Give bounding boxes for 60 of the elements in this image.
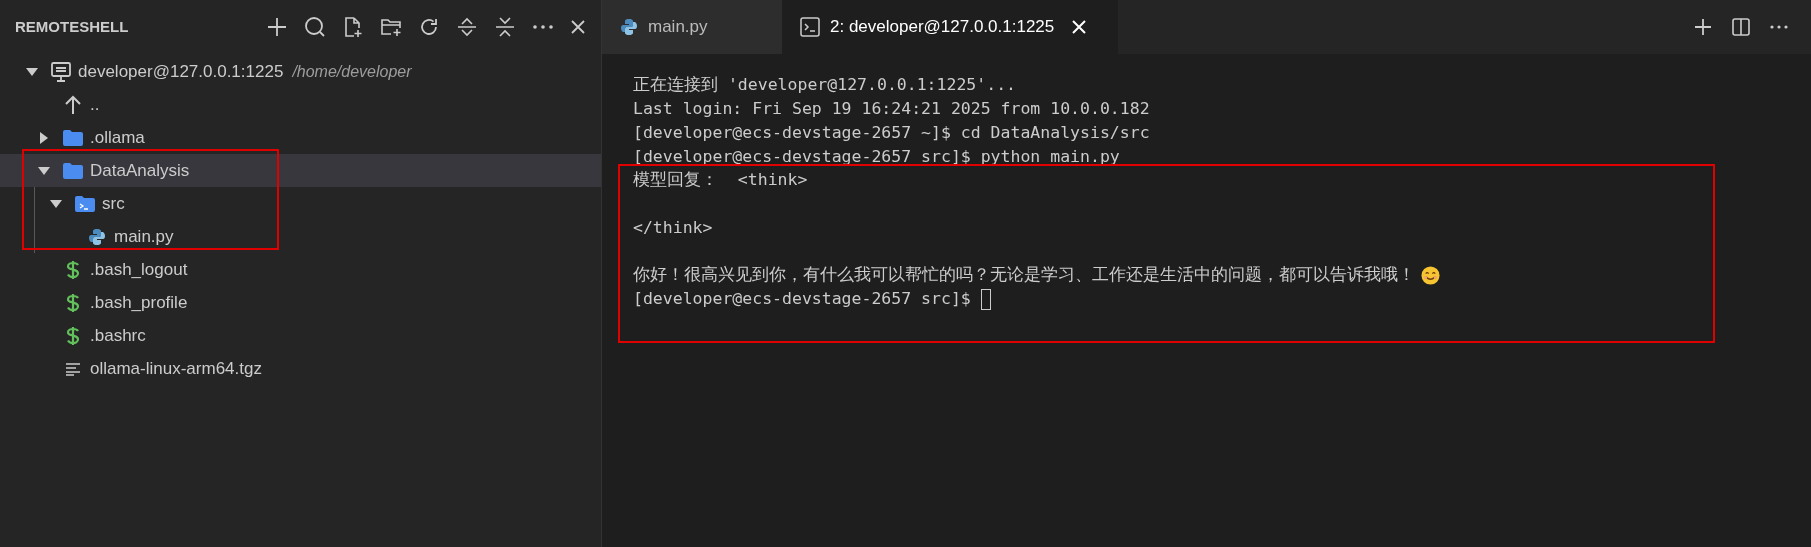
more-icon[interactable] [532, 24, 554, 30]
terminal-line: 正在连接到 'developer@127.0.0.1:1225'... [633, 74, 1016, 97]
collapse-icon[interactable] [494, 16, 516, 38]
path-label: /home/developer [292, 61, 412, 82]
monitor-icon [50, 60, 72, 83]
chevron-down-icon[interactable] [25, 66, 39, 77]
tree-item[interactable]: .bash_logout [0, 253, 601, 286]
item-label: DataAnalysis [90, 159, 190, 182]
tree-item[interactable]: .bash_profile [0, 286, 601, 319]
item-label: main.py [114, 225, 174, 248]
item-label: developer@127.0.0.1:1225 [78, 60, 284, 83]
terminal-icon [800, 17, 820, 37]
folder-icon [62, 161, 84, 180]
python-icon [620, 18, 638, 36]
search-icon[interactable] [304, 16, 326, 38]
item-label: .. [90, 93, 100, 116]
split-editor-icon[interactable] [1731, 17, 1751, 37]
new-file-icon[interactable] [342, 16, 364, 38]
refresh-icon[interactable] [418, 16, 440, 38]
tree-item[interactable]: .ollama [0, 121, 601, 154]
add-icon[interactable] [266, 16, 288, 38]
dollar-icon [66, 292, 80, 313]
terminal-line: [developer@ecs-devstage-2657 src]$ [633, 287, 972, 310]
terminal-line: 你好！很高兴见到你，有什么我可以帮忙的吗？无论是学习、工作还是生活中的问题，都可以告诉我哦！ [633, 263, 1415, 286]
item-label: .bash_logout [90, 258, 188, 281]
tree-item[interactable]: DataAnalysis [0, 154, 601, 187]
item-label: src [102, 192, 125, 215]
chevron-down-icon[interactable] [37, 165, 51, 176]
tree-item[interactable]: src [0, 187, 601, 220]
tree-item[interactable]: .. [0, 88, 601, 121]
arrow-up-icon [64, 94, 82, 115]
folder-icon [62, 128, 84, 147]
item-label: .ollama [90, 126, 145, 149]
terminal-line: [developer@ecs-devstage-2657 ~]$ cd DataAnalysis/src [633, 121, 1150, 144]
chevron-down-icon[interactable] [49, 198, 63, 209]
dollar-icon [66, 325, 80, 346]
tree-item[interactable]: .bashrc [0, 319, 601, 352]
tree-item[interactable]: developer@127.0.0.1:1225 /home/developer [0, 55, 601, 88]
terminal-line: 模型回复： <think> [633, 169, 808, 192]
chevron-right-icon[interactable] [39, 130, 49, 145]
item-label: ollama-linux-arm64.tgz [90, 357, 262, 380]
new-folder-icon[interactable] [380, 16, 402, 38]
terminal-line: Last login: Fri Sep 19 16:24:21 2025 from 10.0.0.182 [633, 98, 1150, 121]
item-label: .bashrc [90, 324, 146, 347]
dollar-icon [66, 259, 80, 280]
text-file-icon [65, 361, 81, 376]
python-icon [88, 227, 106, 246]
more-icon[interactable] [1769, 24, 1789, 30]
terminal-line: [developer@ecs-devstage-2657 src]$ python main.py [633, 145, 1120, 168]
add-icon[interactable] [1693, 17, 1713, 37]
editor-tab[interactable]: main.py [602, 0, 782, 54]
panel-title: REMOTESHELL [15, 16, 129, 37]
editor-tab[interactable]: 2: developer@127.0.0.1:1225 [782, 0, 1118, 54]
tree-item[interactable]: ollama-linux-arm64.tgz [0, 352, 601, 385]
close-icon[interactable] [570, 19, 586, 35]
expand-icon[interactable] [456, 16, 478, 38]
terminal-line: </think> [633, 216, 713, 239]
tree-item[interactable]: main.py [0, 220, 601, 253]
folder-icon [74, 194, 96, 213]
item-label: .bash_profile [90, 291, 188, 314]
